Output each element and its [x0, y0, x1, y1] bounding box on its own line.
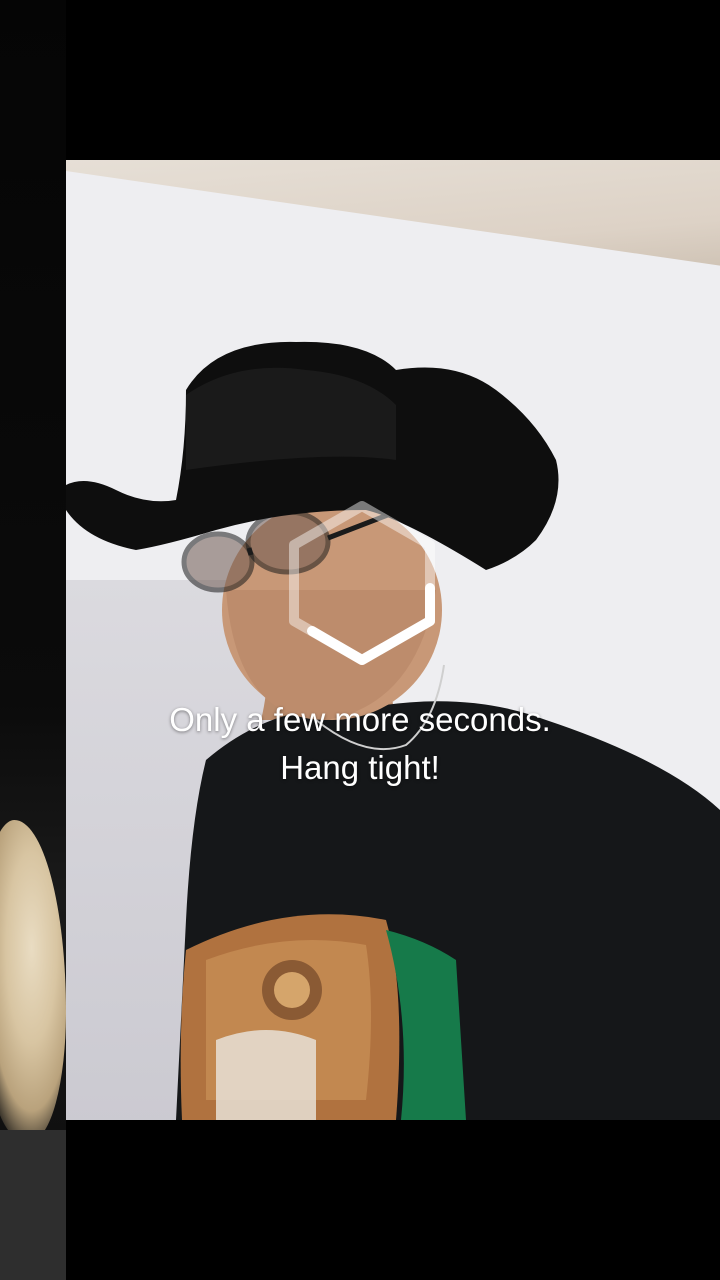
side-preview-bottom	[0, 1130, 66, 1280]
hexagon-spinner-icon	[289, 501, 435, 665]
loading-message: Only a few more seconds. Hang tight!	[0, 696, 720, 792]
loading-message-line-2: Hang tight!	[280, 749, 440, 786]
loading-message-line-1: Only a few more seconds.	[169, 701, 551, 738]
side-preview-blur	[0, 820, 66, 1140]
video-frame[interactable]	[66, 160, 720, 1120]
side-video-preview	[0, 0, 66, 1280]
